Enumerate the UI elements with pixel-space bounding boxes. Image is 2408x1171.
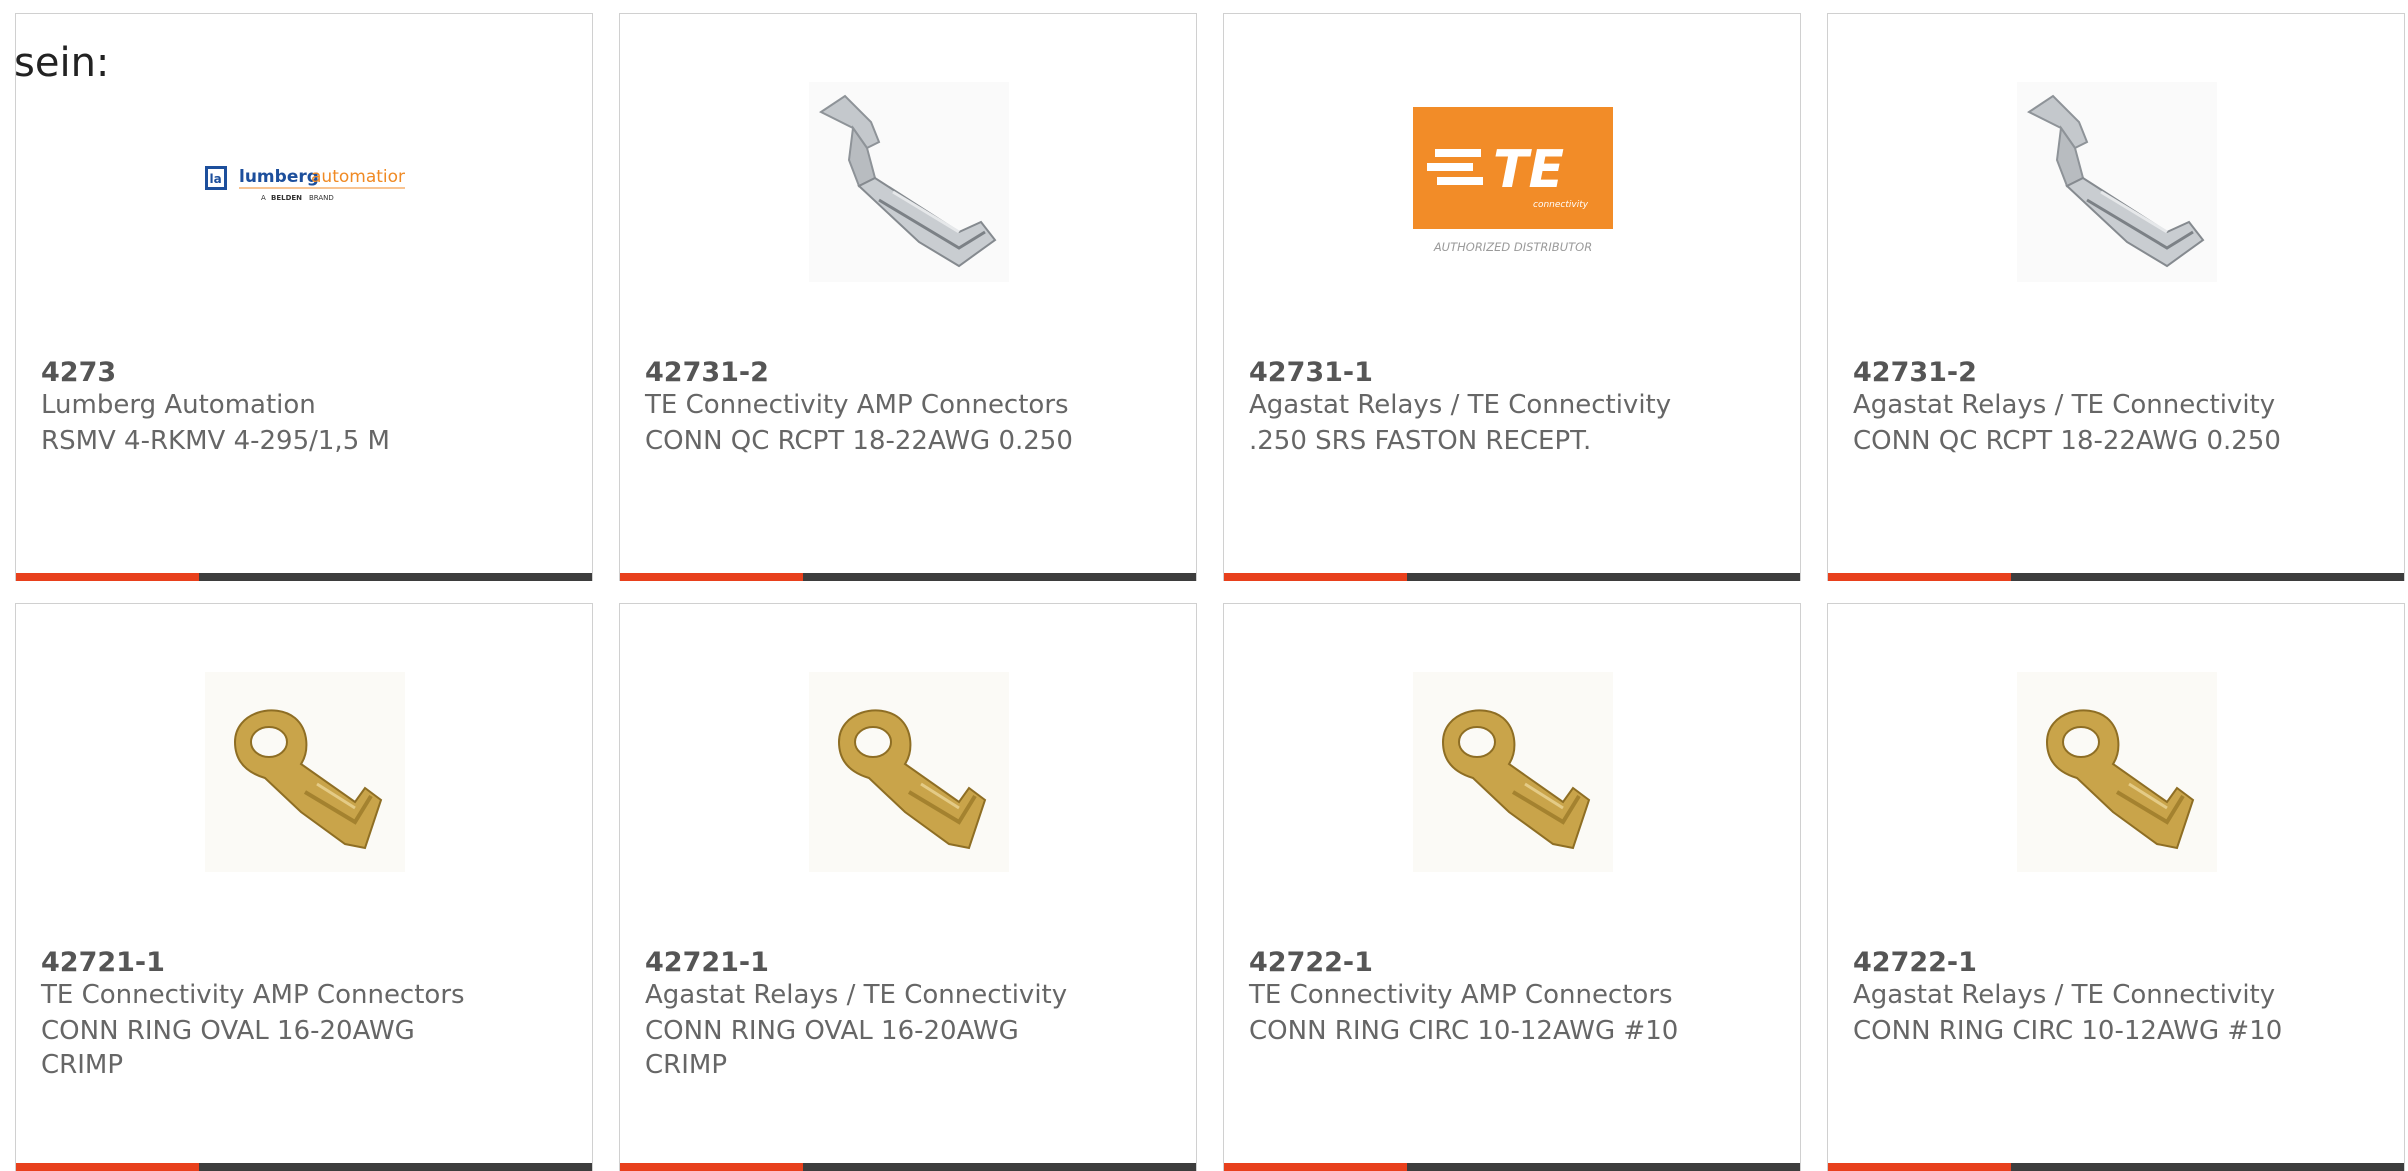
manufacturer: Lumberg Automation [41,390,316,420]
card-footer-bar [16,573,592,581]
product-thumbnail[interactable] [205,672,405,872]
svg-text:AUTHORIZED DISTRIBUTOR: AUTHORIZED DISTRIBUTOR [1433,240,1592,254]
product-thumbnail[interactable]: la lumberg automation A BELDEN BRAND [205,82,405,282]
card-accent-bar [1828,573,2011,581]
product-card[interactable]: 42722-1 TE Connectivity AMP Connectors C… [1223,603,1801,1171]
svg-text:BELDEN: BELDEN [271,194,302,202]
ring-terminal-image [1413,672,1613,872]
faston-receptacle-image [2017,82,2217,282]
product-thumbnail[interactable] [809,82,1009,282]
card-accent-bar [1224,1163,1407,1171]
card-accent-bar [620,1163,803,1171]
product-card[interactable]: 42731-2 Agastat Relays / TE Connectivity… [1827,13,2405,581]
part-number[interactable]: 42721-1 [645,947,769,978]
manufacturer: Agastat Relays / TE Connectivity [1249,390,1672,420]
product-description: CONN RING CIRC 10-12AWG #10 [1249,1016,1679,1046]
manufacturer: TE Connectivity AMP Connectors [1249,980,1673,1010]
svg-text:TE: TE [1493,140,1564,200]
page-fragment-text: sein: [14,40,110,86]
lumberg-automation-logo: la lumberg automation A BELDEN BRAND [205,166,405,202]
product-thumbnail[interactable] [809,672,1009,872]
part-number[interactable]: 4273 [41,357,116,388]
svg-text:la: la [210,172,222,186]
manufacturer: Agastat Relays / TE Connectivity [1853,390,2276,420]
product-card[interactable]: 42722-1 Agastat Relays / TE Connectivity… [1827,603,2405,1171]
product-thumbnail[interactable] [1413,672,1613,872]
svg-text:automation: automation [311,167,405,187]
product-thumbnail[interactable] [2017,82,2217,282]
part-number[interactable]: 42731-1 [1249,357,1373,388]
product-card[interactable]: TE connectivity AUTHORIZED DISTRIBUTOR 4… [1223,13,1801,581]
te-connectivity-logo: TE connectivity AUTHORIZED DISTRIBUTOR [1413,107,1613,254]
product-description: CONN RING CIRC 10-12AWG #10 [1853,1016,2283,1046]
product-thumbnail[interactable]: TE connectivity AUTHORIZED DISTRIBUTOR [1413,82,1613,282]
manufacturer: TE Connectivity AMP Connectors [41,980,465,1010]
product-card[interactable]: 42731-2 TE Connectivity AMP Connectors C… [619,13,1197,581]
card-footer-bar [620,573,1196,581]
product-grid: la lumberg automation A BELDEN BRAND 427… [0,0,2408,1171]
card-accent-bar [16,573,199,581]
part-number[interactable]: 42722-1 [1853,947,1977,978]
product-thumbnail[interactable] [2017,672,2217,872]
product-description: CONN QC RCPT 18-22AWG 0.250 [645,426,1073,456]
svg-text:lumberg: lumberg [239,167,319,187]
part-number[interactable]: 42731-2 [1853,357,1977,388]
product-card[interactable]: 42721-1 TE Connectivity AMP Connectors C… [15,603,593,1171]
product-card[interactable]: la lumberg automation A BELDEN BRAND 427… [15,13,593,581]
card-accent-bar [16,1163,199,1171]
product-description: CONN QC RCPT 18-22AWG 0.250 [1853,426,2281,456]
svg-text:BRAND: BRAND [309,194,334,202]
product-description: CONN RING OVAL 16-20AWG CRIMP [41,1016,415,1080]
manufacturer: Agastat Relays / TE Connectivity [1853,980,2276,1010]
card-accent-bar [620,573,803,581]
product-description: CONN RING OVAL 16-20AWG CRIMP [645,1016,1019,1080]
manufacturer: TE Connectivity AMP Connectors [645,390,1069,420]
card-footer-bar [1224,573,1800,581]
card-footer-bar [1828,1163,2404,1171]
faston-receptacle-image [809,82,1009,282]
part-number[interactable]: 42721-1 [41,947,165,978]
product-description: .250 SRS FASTON RECEPT. [1249,426,1592,456]
card-footer-bar [620,1163,1196,1171]
card-footer-bar [16,1163,592,1171]
product-description: RSMV 4-RKMV 4-295/1,5 M [41,426,390,456]
svg-text:connectivity: connectivity [1533,200,1589,210]
svg-text:A: A [261,194,266,202]
part-number[interactable]: 42731-2 [645,357,769,388]
part-number[interactable]: 42722-1 [1249,947,1373,978]
card-footer-bar [1224,1163,1800,1171]
manufacturer: Agastat Relays / TE Connectivity [645,980,1068,1010]
ring-terminal-image [205,672,405,872]
ring-terminal-image [2017,672,2217,872]
card-accent-bar [1224,573,1407,581]
card-footer-bar [1828,573,2404,581]
ring-terminal-image [809,672,1009,872]
card-accent-bar [1828,1163,2011,1171]
product-card[interactable]: 42721-1 Agastat Relays / TE Connectivity… [619,603,1197,1171]
